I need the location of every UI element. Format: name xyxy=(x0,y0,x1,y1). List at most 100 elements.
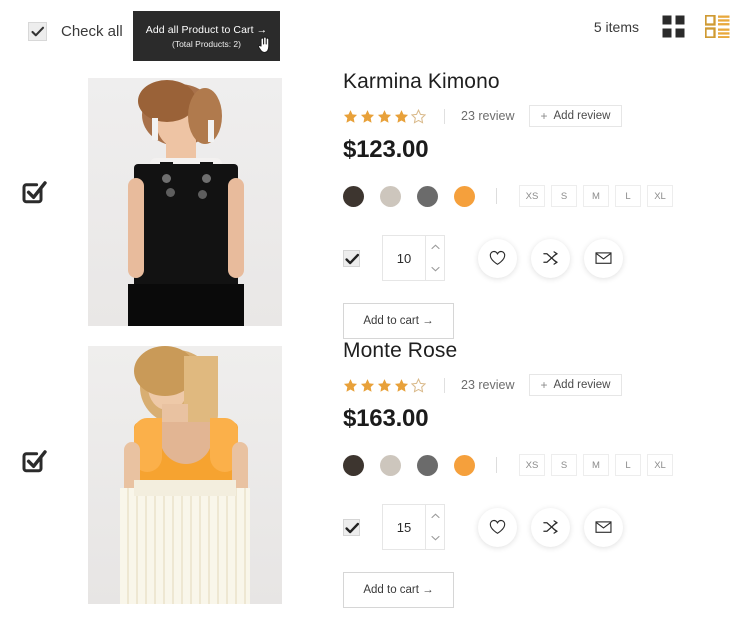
shuffle-compare-icon xyxy=(543,251,558,265)
color-swatch-gray[interactable] xyxy=(417,454,438,476)
star-filled-icon xyxy=(394,378,409,392)
size-option-l[interactable]: L xyxy=(615,185,641,207)
top-toolbar: Check all Add all Product to Cart → (Tot… xyxy=(0,0,754,66)
size-option-s[interactable]: S xyxy=(551,185,577,207)
star-empty-icon xyxy=(411,377,426,393)
quantity-value[interactable]: 10 xyxy=(383,236,425,280)
star-filled-icon xyxy=(377,378,392,392)
shuffle-compare-icon xyxy=(543,520,558,534)
add-to-cart-button[interactable]: Add to cart → xyxy=(343,572,454,608)
checkmark-icon xyxy=(31,26,45,37)
product-image[interactable] xyxy=(88,78,282,326)
product-quick-actions xyxy=(478,507,623,547)
add-to-cart-button[interactable]: Add to cart → xyxy=(343,303,454,339)
product-title: Monte Rose xyxy=(343,339,458,362)
size-option-s[interactable]: S xyxy=(551,454,577,476)
list-view-icon[interactable] xyxy=(704,14,730,39)
quantity-spin-buttons xyxy=(425,236,444,280)
product-variants: XS S M L XL xyxy=(343,184,743,208)
product-action-row: 10 xyxy=(343,235,743,281)
envelope-icon xyxy=(595,521,612,533)
size-options: XS S M L XL xyxy=(519,185,673,207)
chevron-down-icon xyxy=(430,266,440,272)
email-product-button[interactable] xyxy=(584,238,623,278)
add-review-label: Add review xyxy=(553,379,611,391)
star-filled-icon xyxy=(343,378,358,392)
star-empty-icon xyxy=(411,108,426,124)
size-option-m[interactable]: M xyxy=(583,454,609,476)
check-all-control[interactable]: Check all xyxy=(28,22,123,41)
rating-divider xyxy=(444,108,445,124)
color-swatch-dark-brown[interactable] xyxy=(343,185,364,207)
variant-divider xyxy=(496,188,497,204)
checkmark-icon xyxy=(345,253,360,264)
add-all-products-to-cart-button[interactable]: Add all Product to Cart → (Total Product… xyxy=(133,11,280,61)
product-photo-illustration xyxy=(88,78,282,326)
product-photo-illustration xyxy=(88,346,282,604)
star-rating[interactable] xyxy=(343,377,426,393)
size-option-xl[interactable]: XL xyxy=(647,454,673,476)
add-all-primary-label: Add all Product to Cart → xyxy=(145,23,268,36)
product-image[interactable] xyxy=(88,346,282,604)
add-to-wishlist-button[interactable] xyxy=(478,238,517,278)
color-swatches xyxy=(343,185,475,207)
quantity-increment-button[interactable] xyxy=(426,505,444,527)
compare-product-button[interactable] xyxy=(531,507,570,547)
size-option-xl[interactable]: XL xyxy=(647,185,673,207)
size-option-xs[interactable]: XS xyxy=(519,454,545,476)
color-swatch-orange[interactable] xyxy=(454,185,475,207)
check-all-checkbox[interactable] xyxy=(28,22,47,41)
product-price: $123.00 xyxy=(343,136,429,163)
color-swatch-gray[interactable] xyxy=(417,185,438,207)
quantity-value[interactable]: 15 xyxy=(383,505,425,549)
plus-icon: + xyxy=(540,109,548,123)
product-select-checkbox[interactable] xyxy=(19,176,49,206)
heart-icon xyxy=(489,250,506,265)
add-all-total-label: (Total Products: 2) xyxy=(172,38,241,49)
variant-divider xyxy=(496,457,497,473)
quantity-decrement-button[interactable] xyxy=(426,258,444,280)
checkmark-icon xyxy=(345,522,360,533)
color-swatches xyxy=(343,454,475,476)
add-review-label: Add review xyxy=(553,110,611,122)
color-swatch-beige[interactable] xyxy=(380,185,401,207)
product-select-checkbox[interactable] xyxy=(19,445,49,475)
rating-divider xyxy=(444,377,445,393)
star-filled-icon xyxy=(377,109,392,123)
color-swatch-dark-brown[interactable] xyxy=(343,454,364,476)
star-filled-icon xyxy=(394,109,409,123)
quantity-stepper[interactable]: 15 xyxy=(382,504,445,550)
review-count-label: 23 review xyxy=(461,378,515,392)
envelope-icon xyxy=(595,252,612,264)
heart-icon xyxy=(489,519,506,534)
chevron-up-icon xyxy=(430,513,440,519)
chevron-up-icon xyxy=(430,244,440,250)
items-count-label: 5 items xyxy=(593,19,639,35)
quantity-increment-button[interactable] xyxy=(426,236,444,258)
star-filled-icon xyxy=(360,109,375,123)
product-price: $163.00 xyxy=(343,405,429,432)
color-swatch-orange[interactable] xyxy=(454,454,475,476)
product-include-checkbox[interactable] xyxy=(343,249,360,267)
size-option-l[interactable]: L xyxy=(615,454,641,476)
product-quick-actions xyxy=(478,238,623,278)
view-mode-toggle xyxy=(662,14,730,39)
product-include-checkbox[interactable] xyxy=(343,518,360,536)
grid-view-icon[interactable] xyxy=(662,15,685,38)
quantity-decrement-button[interactable] xyxy=(426,527,444,549)
product-details: Karmina Kimono 23 review + Add review $1… xyxy=(343,70,743,339)
chevron-down-icon xyxy=(430,535,440,541)
add-review-button[interactable]: + Add review xyxy=(528,374,623,396)
plus-icon: + xyxy=(540,378,548,392)
size-option-m[interactable]: M xyxy=(583,185,609,207)
star-rating[interactable] xyxy=(343,108,426,124)
add-to-wishlist-button[interactable] xyxy=(478,507,517,547)
product-rating-row: 23 review + Add review xyxy=(343,105,743,127)
compare-product-button[interactable] xyxy=(531,238,570,278)
email-product-button[interactable] xyxy=(584,507,623,547)
size-option-xs[interactable]: XS xyxy=(519,185,545,207)
add-review-button[interactable]: + Add review xyxy=(528,105,623,127)
quantity-stepper[interactable]: 10 xyxy=(382,235,445,281)
color-swatch-beige[interactable] xyxy=(380,454,401,476)
product-title: Karmina Kimono xyxy=(343,70,500,93)
